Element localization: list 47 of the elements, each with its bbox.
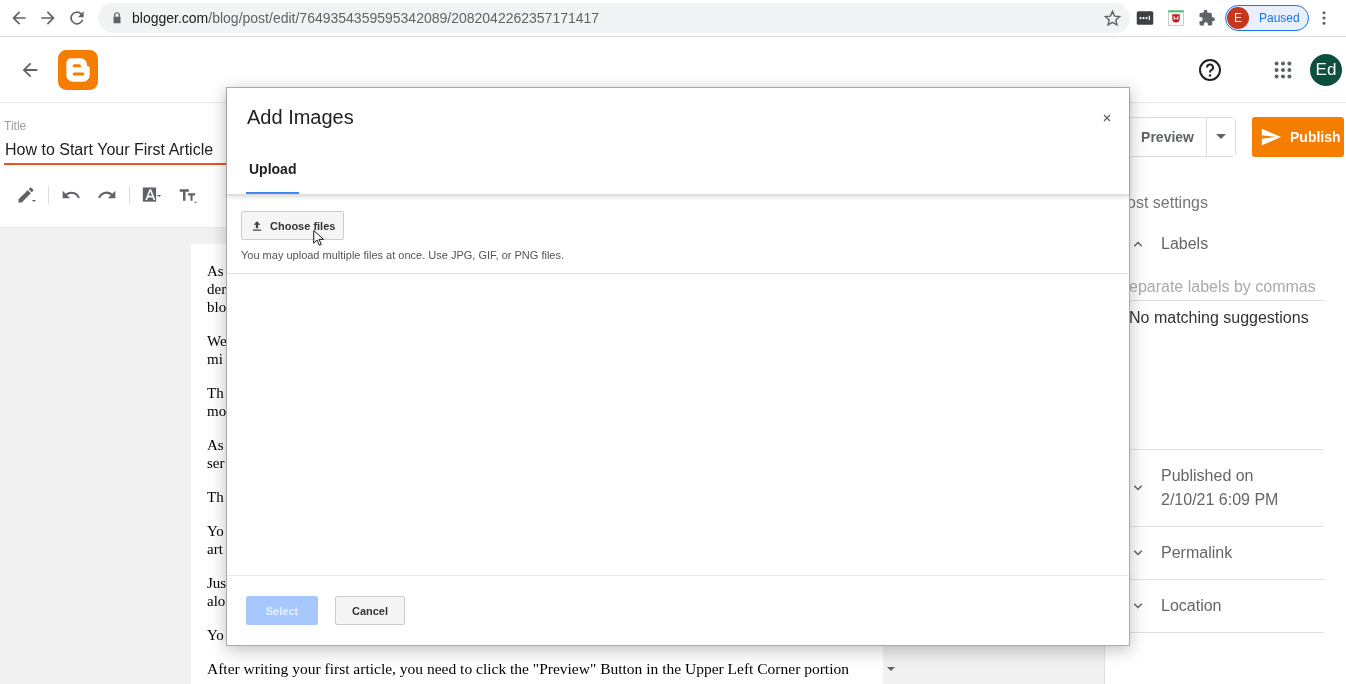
paragraph-text: art	[207, 540, 224, 558]
profile-button[interactable]: E Paused	[1225, 5, 1309, 31]
paragraph-text: Yo	[207, 626, 225, 644]
profile-status: Paused	[1259, 11, 1300, 25]
extension-icon[interactable]	[1167, 9, 1185, 27]
paragraph-text: ser	[207, 454, 226, 472]
suggestions-text: No matching suggestions	[1129, 309, 1310, 327]
address-bar[interactable]: blogger.com/blog/post/edit/7649354359595342089/2082042262357171417	[98, 3, 1130, 33]
extension-icon[interactable]	[1136, 9, 1154, 27]
logo-icon[interactable]	[58, 49, 98, 90]
paragraph-text: alo	[207, 592, 227, 610]
paragraph-text: Yo	[207, 522, 225, 540]
section-label: Published on	[1161, 466, 1255, 486]
text-color-icon[interactable]	[140, 185, 164, 205]
caret-icon[interactable]	[886, 667, 895, 671]
paragraph-text: As	[207, 436, 225, 454]
paragraph-text: Th	[207, 488, 225, 506]
paragraph-text: After writing your first article, you need to click the "Preview" Button in the Upper Left Corner portion	[207, 660, 850, 678]
star-icon[interactable]	[1103, 8, 1122, 28]
paragraph-text: blo	[207, 298, 228, 316]
section-label: Location	[1161, 596, 1222, 616]
puzzle-icon[interactable]	[1198, 9, 1216, 27]
paragraph-text: Jus	[207, 574, 228, 592]
upload-hint: You may upload multiple files at once. Use JPG, GIF, or PNG files.	[241, 249, 565, 261]
paragraph-text: As	[207, 262, 225, 280]
account-avatar[interactable]: Ed	[1310, 53, 1342, 86]
cancel-button[interactable]: Cancel	[335, 596, 405, 625]
section-header[interactable]: Published on 2/10/21 6:09 PM	[1105, 450, 1324, 526]
section-header[interactable]: Location	[1105, 580, 1324, 632]
paragraph-text: We	[207, 332, 228, 350]
url-text: blogger.com/blog/post/edit/7649354359595342089/2082042262357171417	[132, 10, 601, 26]
paragraph-text: Th	[207, 384, 225, 402]
section-label: Permalink	[1161, 543, 1233, 563]
profile-avatar: E	[1227, 7, 1249, 29]
section-label: Labels	[1161, 234, 1209, 254]
section-detail: 2/10/21 6:09 PM	[1161, 490, 1279, 510]
choose-files-button[interactable]: Choose files	[241, 211, 345, 240]
dialog-title: Add Images	[247, 106, 354, 129]
section-header[interactable]: Permalink	[1105, 527, 1324, 579]
help-icon[interactable]	[1198, 57, 1222, 82]
section-header[interactable]: Labels	[1105, 224, 1324, 274]
caret-icon	[1216, 134, 1226, 139]
paragraph-text: der	[207, 280, 228, 298]
paragraph-text: mo	[207, 402, 228, 420]
paragraph-text: mi	[207, 350, 224, 368]
reload-icon[interactable]	[67, 8, 87, 28]
tab[interactable]: Upload	[246, 147, 300, 194]
